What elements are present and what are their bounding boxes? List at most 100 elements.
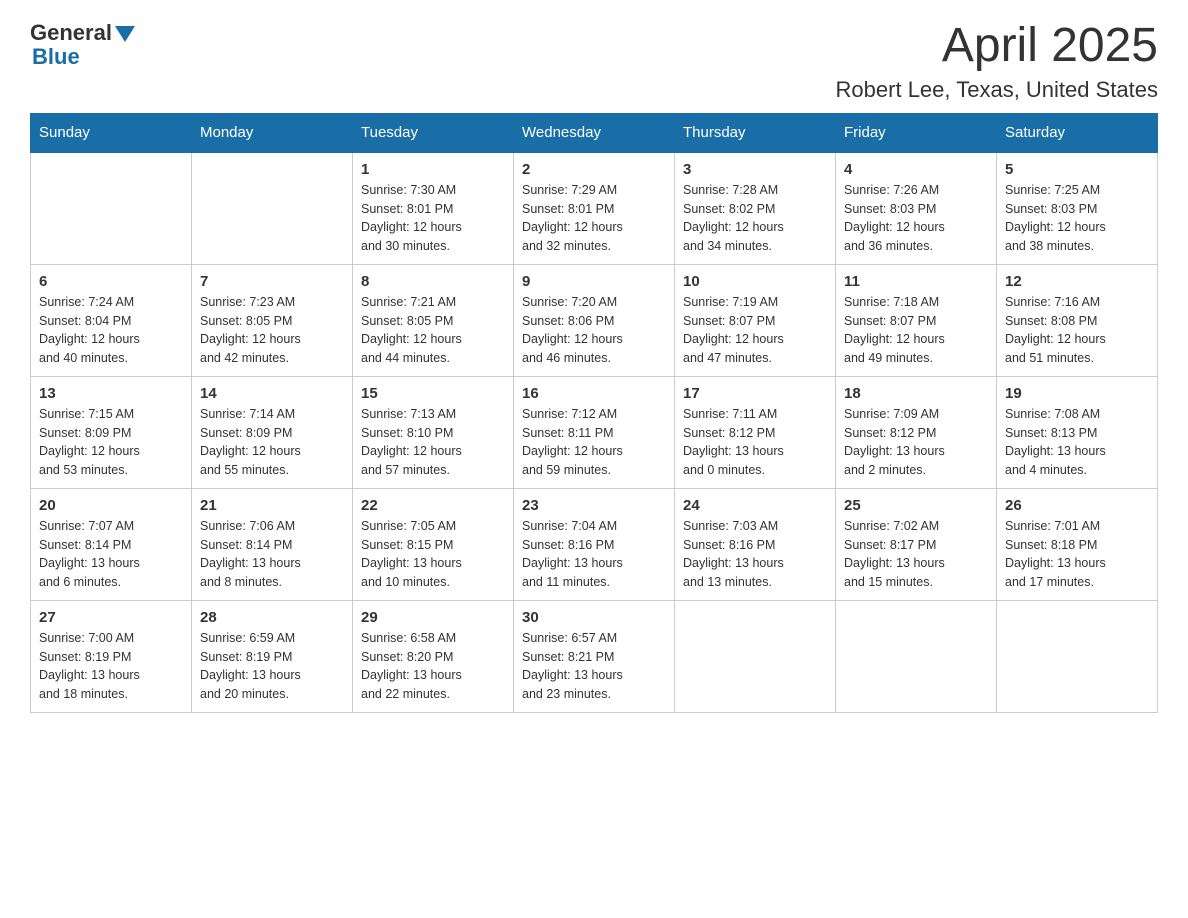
logo-general-text: General — [30, 20, 112, 46]
day-info: Sunrise: 7:11 AM Sunset: 8:12 PM Dayligh… — [683, 405, 827, 480]
day-number: 2 — [522, 161, 666, 178]
calendar-cell: 5 Sunrise: 7:25 AM Sunset: 8:03 PM Daylig… — [997, 152, 1158, 265]
calendar-cell: 15 Sunrise: 7:13 AM Sunset: 8:10 PM Dayli… — [353, 376, 514, 488]
calendar-table: SundayMondayTuesdayWednesdayThursdayFrid… — [30, 113, 1158, 713]
calendar-cell — [675, 600, 836, 712]
calendar-week-row: 20Sunrise: 7:07 AM Sunset: 8:14 PM Dayli… — [31, 488, 1158, 600]
page-header: General Blue April 2025 Robert Lee, Texa… — [30, 20, 1158, 103]
calendar-cell: 25Sunrise: 7:02 AM Sunset: 8:17 PM Dayli… — [836, 488, 997, 600]
calendar-cell: 1 Sunrise: 7:30 AM Sunset: 8:01 PM Daylig… — [353, 152, 514, 265]
calendar-cell: 26 Sunrise: 7:01 AM Sunset: 8:18 PM Dayli… — [997, 488, 1158, 600]
day-info: Sunrise: 7:00 AM Sunset: 8:19 PM Dayligh… — [39, 629, 183, 704]
calendar-cell: 7 Sunrise: 7:23 AM Sunset: 8:05 PM Daylig… — [192, 264, 353, 376]
day-number: 14 — [200, 385, 344, 402]
header-tuesday: Tuesday — [353, 113, 514, 152]
day-info: Sunrise: 7:25 AM Sunset: 8:03 PM Dayligh… — [1005, 181, 1149, 256]
calendar-cell: 30 Sunrise: 6:57 AM Sunset: 8:21 PM Dayli… — [514, 600, 675, 712]
header-monday: Monday — [192, 113, 353, 152]
day-number: 13 — [39, 385, 183, 402]
day-info: Sunrise: 7:01 AM Sunset: 8:18 PM Dayligh… — [1005, 517, 1149, 592]
day-number: 26 — [1005, 497, 1149, 514]
day-number: 4 — [844, 161, 988, 178]
day-number: 24 — [683, 497, 827, 514]
calendar-cell: 17 Sunrise: 7:11 AM Sunset: 8:12 PM Dayli… — [675, 376, 836, 488]
day-number: 12 — [1005, 273, 1149, 290]
day-number: 5 — [1005, 161, 1149, 178]
day-info: Sunrise: 7:14 AM Sunset: 8:09 PM Dayligh… — [200, 405, 344, 480]
calendar-cell: 24 Sunrise: 7:03 AM Sunset: 8:16 PM Dayli… — [675, 488, 836, 600]
title-block: April 2025 Robert Lee, Texas, United Sta… — [836, 20, 1158, 103]
day-info: Sunrise: 7:07 AM Sunset: 8:14 PM Dayligh… — [39, 517, 183, 592]
calendar-cell: 18 Sunrise: 7:09 AM Sunset: 8:12 PM Dayli… — [836, 376, 997, 488]
day-info: Sunrise: 7:06 AM Sunset: 8:14 PM Dayligh… — [200, 517, 344, 592]
calendar-cell: 19 Sunrise: 7:08 AM Sunset: 8:13 PM Dayli… — [997, 376, 1158, 488]
calendar-cell: 12Sunrise: 7:16 AM Sunset: 8:08 PM Dayli… — [997, 264, 1158, 376]
calendar-week-row: 13 Sunrise: 7:15 AM Sunset: 8:09 PM Dayli… — [31, 376, 1158, 488]
day-info: Sunrise: 6:58 AM Sunset: 8:20 PM Dayligh… — [361, 629, 505, 704]
day-info: Sunrise: 7:03 AM Sunset: 8:16 PM Dayligh… — [683, 517, 827, 592]
day-number: 28 — [200, 609, 344, 626]
day-number: 6 — [39, 273, 183, 290]
day-info: Sunrise: 7:26 AM Sunset: 8:03 PM Dayligh… — [844, 181, 988, 256]
day-info: Sunrise: 7:09 AM Sunset: 8:12 PM Dayligh… — [844, 405, 988, 480]
day-info: Sunrise: 7:18 AM Sunset: 8:07 PM Dayligh… — [844, 293, 988, 368]
day-number: 22 — [361, 497, 505, 514]
header-saturday: Saturday — [997, 113, 1158, 152]
day-info: Sunrise: 7:30 AM Sunset: 8:01 PM Dayligh… — [361, 181, 505, 256]
calendar-cell — [997, 600, 1158, 712]
day-number: 29 — [361, 609, 505, 626]
day-info: Sunrise: 7:05 AM Sunset: 8:15 PM Dayligh… — [361, 517, 505, 592]
day-number: 3 — [683, 161, 827, 178]
day-info: Sunrise: 7:23 AM Sunset: 8:05 PM Dayligh… — [200, 293, 344, 368]
day-number: 8 — [361, 273, 505, 290]
calendar-cell: 10Sunrise: 7:19 AM Sunset: 8:07 PM Dayli… — [675, 264, 836, 376]
day-info: Sunrise: 6:59 AM Sunset: 8:19 PM Dayligh… — [200, 629, 344, 704]
day-number: 11 — [844, 273, 988, 290]
calendar-week-row: 27 Sunrise: 7:00 AM Sunset: 8:19 PM Dayli… — [31, 600, 1158, 712]
calendar-cell: 28 Sunrise: 6:59 AM Sunset: 8:19 PM Dayli… — [192, 600, 353, 712]
calendar-cell: 8Sunrise: 7:21 AM Sunset: 8:05 PM Daylig… — [353, 264, 514, 376]
calendar-cell — [192, 152, 353, 265]
day-number: 1 — [361, 161, 505, 178]
logo-arrow-icon — [115, 26, 135, 42]
calendar-header-row: SundayMondayTuesdayWednesdayThursdayFrid… — [31, 113, 1158, 152]
calendar-cell: 9Sunrise: 7:20 AM Sunset: 8:06 PM Daylig… — [514, 264, 675, 376]
page-subtitle: Robert Lee, Texas, United States — [836, 77, 1158, 103]
calendar-cell: 21 Sunrise: 7:06 AM Sunset: 8:14 PM Dayli… — [192, 488, 353, 600]
header-sunday: Sunday — [31, 113, 192, 152]
calendar-cell: 4 Sunrise: 7:26 AM Sunset: 8:03 PM Daylig… — [836, 152, 997, 265]
page-title: April 2025 — [836, 20, 1158, 73]
calendar-cell — [31, 152, 192, 265]
day-number: 17 — [683, 385, 827, 402]
day-info: Sunrise: 7:28 AM Sunset: 8:02 PM Dayligh… — [683, 181, 827, 256]
calendar-cell: 27 Sunrise: 7:00 AM Sunset: 8:19 PM Dayli… — [31, 600, 192, 712]
logo-blue-text: Blue — [30, 44, 80, 70]
calendar-cell: 14 Sunrise: 7:14 AM Sunset: 8:09 PM Dayli… — [192, 376, 353, 488]
day-number: 18 — [844, 385, 988, 402]
day-number: 23 — [522, 497, 666, 514]
day-info: Sunrise: 6:57 AM Sunset: 8:21 PM Dayligh… — [522, 629, 666, 704]
calendar-cell: 6 Sunrise: 7:24 AM Sunset: 8:04 PM Daylig… — [31, 264, 192, 376]
day-info: Sunrise: 7:20 AM Sunset: 8:06 PM Dayligh… — [522, 293, 666, 368]
day-info: Sunrise: 7:12 AM Sunset: 8:11 PM Dayligh… — [522, 405, 666, 480]
header-friday: Friday — [836, 113, 997, 152]
calendar-cell: 11 Sunrise: 7:18 AM Sunset: 8:07 PM Dayli… — [836, 264, 997, 376]
header-wednesday: Wednesday — [514, 113, 675, 152]
logo: General Blue — [30, 20, 135, 70]
calendar-cell: 2Sunrise: 7:29 AM Sunset: 8:01 PM Daylig… — [514, 152, 675, 265]
day-info: Sunrise: 7:13 AM Sunset: 8:10 PM Dayligh… — [361, 405, 505, 480]
calendar-cell: 29 Sunrise: 6:58 AM Sunset: 8:20 PM Dayli… — [353, 600, 514, 712]
day-number: 27 — [39, 609, 183, 626]
day-number: 7 — [200, 273, 344, 290]
day-info: Sunrise: 7:24 AM Sunset: 8:04 PM Dayligh… — [39, 293, 183, 368]
calendar-cell: 16Sunrise: 7:12 AM Sunset: 8:11 PM Dayli… — [514, 376, 675, 488]
calendar-cell: 23 Sunrise: 7:04 AM Sunset: 8:16 PM Dayli… — [514, 488, 675, 600]
calendar-week-row: 1 Sunrise: 7:30 AM Sunset: 8:01 PM Daylig… — [31, 152, 1158, 265]
day-info: Sunrise: 7:08 AM Sunset: 8:13 PM Dayligh… — [1005, 405, 1149, 480]
day-info: Sunrise: 7:04 AM Sunset: 8:16 PM Dayligh… — [522, 517, 666, 592]
day-number: 15 — [361, 385, 505, 402]
day-info: Sunrise: 7:15 AM Sunset: 8:09 PM Dayligh… — [39, 405, 183, 480]
day-number: 21 — [200, 497, 344, 514]
day-number: 19 — [1005, 385, 1149, 402]
day-number: 30 — [522, 609, 666, 626]
